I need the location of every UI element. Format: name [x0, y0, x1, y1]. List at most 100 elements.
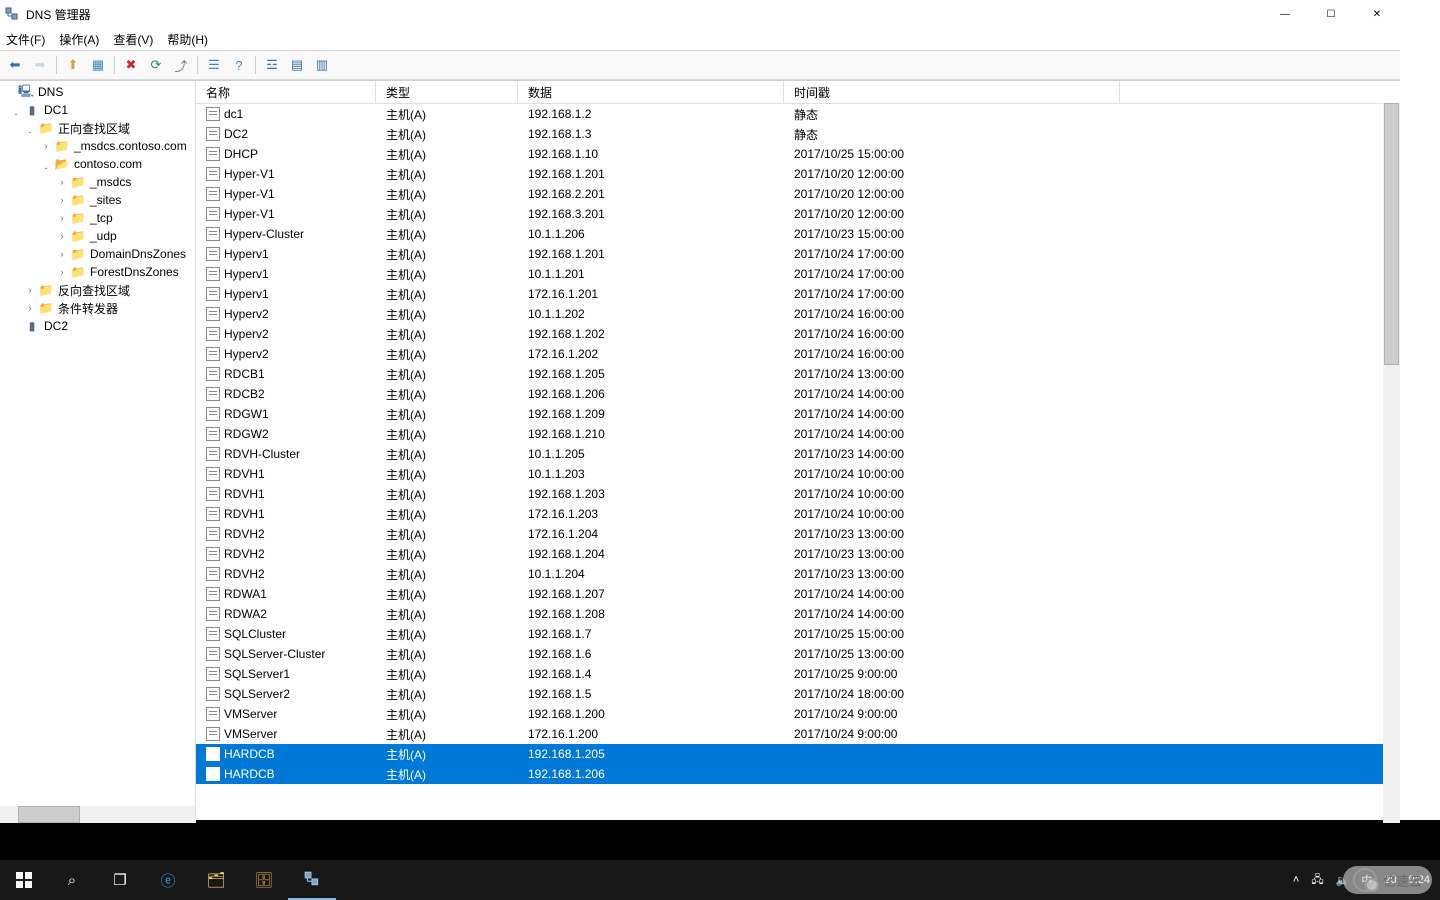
details-icon[interactable]: ▤ [286, 54, 308, 76]
record-rows[interactable]: dc1主机(A)192.168.1.2静态DC2主机(A)192.168.1.3… [196, 104, 1400, 823]
separator [114, 56, 115, 74]
col-timestamp[interactable]: 时间戳 [784, 81, 1120, 103]
task-view-icon[interactable]: ❐ [96, 860, 144, 900]
table-row[interactable]: RDWA1主机(A)192.168.1.2072017/10/24 14:00:… [196, 584, 1400, 604]
delete-icon[interactable]: ✖ [120, 54, 142, 76]
table-row[interactable]: Hyperv2主机(A)10.1.1.2022017/10/24 16:00:0… [196, 304, 1400, 324]
tree-udp[interactable]: ›📁_udp [0, 227, 195, 245]
watermark-text: 亿速云 [1383, 871, 1422, 890]
vertical-scrollbar[interactable] [1383, 103, 1400, 823]
dns-manager-taskbar-icon[interactable] [288, 860, 336, 900]
tree-msdcs[interactable]: ›📁_msdcs [0, 173, 195, 191]
table-row[interactable]: DHCP主机(A)192.168.1.102017/10/25 15:00:00 [196, 144, 1400, 164]
table-row[interactable]: Hyperv1主机(A)172.16.1.2012017/10/24 17:00… [196, 284, 1400, 304]
table-row[interactable]: RDGW1主机(A)192.168.1.2092017/10/24 14:00:… [196, 404, 1400, 424]
tree-root-dns[interactable]: 🖳DNS [0, 83, 195, 101]
table-row[interactable]: RDVH2主机(A)10.1.1.2042017/10/23 13:00:00 [196, 564, 1400, 584]
window-title: DNS 管理器 [26, 6, 91, 23]
content-body: 🖳DNS ˬ▮DC1 ˬ📁正向查找区域 ›📁_msdcs.contoso.com… [0, 80, 1400, 823]
watermark-logo-icon [1353, 868, 1377, 892]
up-icon[interactable]: ⬆ [62, 54, 84, 76]
server-manager-icon[interactable]: 🗄 [240, 860, 288, 900]
table-row[interactable]: Hyperv2主机(A)192.168.1.2022017/10/24 16:0… [196, 324, 1400, 344]
app-icon [4, 6, 20, 22]
dns-manager-window: DNS 管理器 — ☐ ✕ 文件(F) 操作(A) 查看(V) 帮助(H) ⬅ … [0, 0, 1400, 820]
menu-view[interactable]: 查看(V) [113, 31, 153, 48]
watermark: 亿速云 [1343, 866, 1432, 894]
tray-network-icon[interactable]: 🖧 [1311, 871, 1323, 890]
forward-icon[interactable]: ➡ [29, 54, 51, 76]
properties-icon[interactable]: ☰ [203, 54, 225, 76]
list-icon[interactable]: ☲ [261, 54, 283, 76]
help-icon[interactable]: ? [228, 54, 250, 76]
search-icon[interactable]: ⌕ [48, 860, 96, 900]
explorer-icon[interactable]: 🗂 [192, 860, 240, 900]
table-row[interactable]: HARDCB主机(A)192.168.1.206 [196, 764, 1400, 784]
ie-icon[interactable]: ⓔ [144, 860, 192, 900]
col-data[interactable]: 数据 [518, 81, 784, 103]
separator [56, 56, 57, 74]
table-row[interactable]: RDVH1主机(A)192.168.1.2032017/10/24 10:00:… [196, 484, 1400, 504]
col-name[interactable]: 名称 [196, 81, 376, 103]
maximize-button[interactable]: ☐ [1308, 0, 1354, 28]
toolbar: ⬅ ➡ ⬆ ▦ ✖ ⟳ ⤴ ☰ ? ☲ ▤ ▥ [0, 50, 1400, 80]
export-list-icon[interactable]: ⤴ [170, 54, 192, 76]
minimize-button[interactable]: — [1262, 0, 1308, 28]
tree-server-dc2[interactable]: ▮DC2 [0, 317, 195, 335]
tree-sites[interactable]: ›📁_sites [0, 191, 195, 209]
close-button[interactable]: ✕ [1354, 0, 1400, 28]
separator [197, 56, 198, 74]
tree-horizontal-scrollbar[interactable] [0, 806, 195, 823]
tree-forward-lookup[interactable]: ˬ📁正向查找区域 [0, 119, 195, 137]
table-row[interactable]: VMServer主机(A)192.168.1.2002017/10/24 9:0… [196, 704, 1400, 724]
column-headers[interactable]: 名称 类型 数据 时间戳 [196, 81, 1400, 104]
table-row[interactable]: dc1主机(A)192.168.1.2静态 [196, 104, 1400, 124]
tree-conditional-forwarders[interactable]: ›📁条件转发器 [0, 299, 195, 317]
columns-icon[interactable]: ▥ [311, 54, 333, 76]
table-row[interactable]: RDWA2主机(A)192.168.1.2082017/10/24 14:00:… [196, 604, 1400, 624]
taskbar[interactable]: ⌕ ❐ ⓔ 🗂 🗄 ˄ 🖧 🔈 中 20 9:24 [0, 860, 1440, 900]
col-type[interactable]: 类型 [376, 81, 518, 103]
menu-help[interactable]: 帮助(H) [167, 31, 208, 48]
table-row[interactable]: Hyperv1主机(A)10.1.1.2012017/10/24 17:00:0… [196, 264, 1400, 284]
tree-panel[interactable]: 🖳DNS ˬ▮DC1 ˬ📁正向查找区域 ›📁_msdcs.contoso.com… [0, 81, 196, 823]
table-row[interactable]: Hyperv1主机(A)192.168.1.2012017/10/24 17:0… [196, 244, 1400, 264]
tree-domaindnszones[interactable]: ›📁DomainDnsZones [0, 245, 195, 263]
table-row[interactable]: SQLServer-Cluster主机(A)192.168.1.62017/10… [196, 644, 1400, 664]
separator [255, 56, 256, 74]
tree-forestdnszones[interactable]: ›📁ForestDnsZones [0, 263, 195, 281]
start-button[interactable] [0, 860, 48, 900]
table-row[interactable]: Hyperv2主机(A)172.16.1.2022017/10/24 16:00… [196, 344, 1400, 364]
table-row[interactable]: RDVH2主机(A)172.16.1.2042017/10/23 13:00:0… [196, 524, 1400, 544]
menubar: 文件(F) 操作(A) 查看(V) 帮助(H) [0, 28, 1400, 50]
table-row[interactable]: Hyper-V1主机(A)192.168.2.2012017/10/20 12:… [196, 184, 1400, 204]
refresh-icon[interactable]: ⟳ [145, 54, 167, 76]
table-row[interactable]: Hyperv-Cluster主机(A)10.1.1.2062017/10/23 … [196, 224, 1400, 244]
table-row[interactable]: RDVH1主机(A)172.16.1.2032017/10/24 10:00:0… [196, 504, 1400, 524]
table-row[interactable]: SQLCluster主机(A)192.168.1.72017/10/25 15:… [196, 624, 1400, 644]
menu-action[interactable]: 操作(A) [59, 31, 99, 48]
menu-file[interactable]: 文件(F) [6, 31, 45, 48]
tree-reverse-lookup[interactable]: ›📁反向查找区域 [0, 281, 195, 299]
tree-zone-contoso[interactable]: ˬ📂contoso.com [0, 155, 195, 173]
titlebar: DNS 管理器 — ☐ ✕ [0, 0, 1400, 28]
table-row[interactable]: SQLServer1主机(A)192.168.1.42017/10/25 9:0… [196, 664, 1400, 684]
table-row[interactable]: RDVH2主机(A)192.168.1.2042017/10/23 13:00:… [196, 544, 1400, 564]
table-row[interactable]: VMServer主机(A)172.16.1.2002017/10/24 9:00… [196, 724, 1400, 744]
back-icon[interactable]: ⬅ [4, 54, 26, 76]
table-row[interactable]: RDVH-Cluster主机(A)10.1.1.2052017/10/23 14… [196, 444, 1400, 464]
tree-zone-msdcs-contoso[interactable]: ›📁_msdcs.contoso.com [0, 137, 195, 155]
table-row[interactable]: SQLServer2主机(A)192.168.1.52017/10/24 18:… [196, 684, 1400, 704]
table-row[interactable]: HARDCB主机(A)192.168.1.205 [196, 744, 1400, 764]
show-hide-tree-icon[interactable]: ▦ [87, 54, 109, 76]
tree-server-dc1[interactable]: ˬ▮DC1 [0, 101, 195, 119]
table-row[interactable]: RDVH1主机(A)10.1.1.2032017/10/24 10:00:00 [196, 464, 1400, 484]
tray-chevron-up-icon[interactable]: ˄ [1293, 874, 1299, 886]
table-row[interactable]: RDGW2主机(A)192.168.1.2102017/10/24 14:00:… [196, 424, 1400, 444]
tree-tcp[interactable]: ›📁_tcp [0, 209, 195, 227]
table-row[interactable]: Hyper-V1主机(A)192.168.1.2012017/10/20 12:… [196, 164, 1400, 184]
table-row[interactable]: Hyper-V1主机(A)192.168.3.2012017/10/20 12:… [196, 204, 1400, 224]
table-row[interactable]: RDCB1主机(A)192.168.1.2052017/10/24 13:00:… [196, 364, 1400, 384]
table-row[interactable]: RDCB2主机(A)192.168.1.2062017/10/24 14:00:… [196, 384, 1400, 404]
table-row[interactable]: DC2主机(A)192.168.1.3静态 [196, 124, 1400, 144]
